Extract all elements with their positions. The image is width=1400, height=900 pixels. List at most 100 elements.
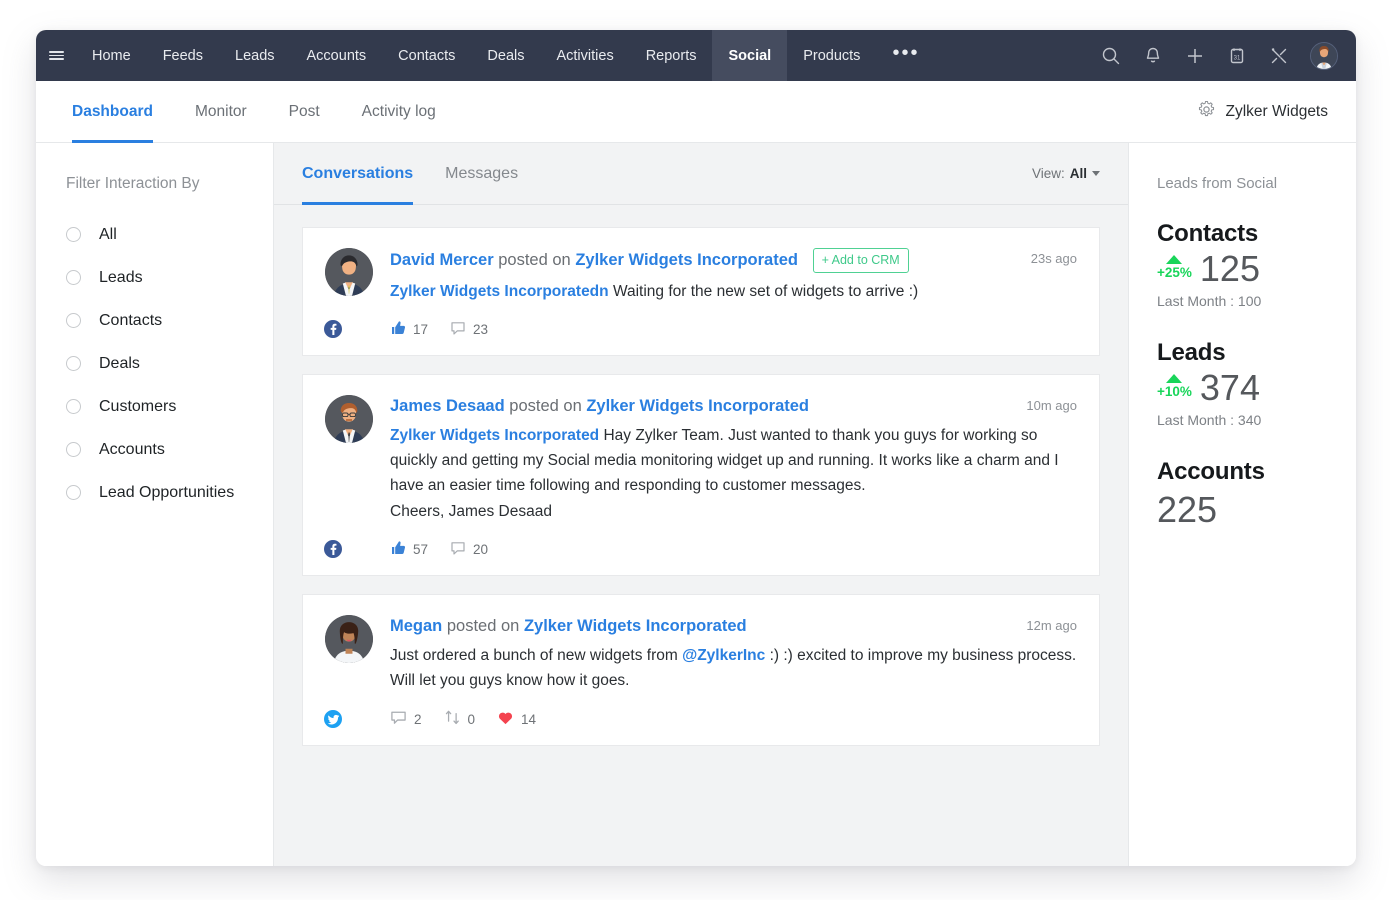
nav-item-more[interactable]: ••• — [876, 30, 935, 81]
top-navigation-bar: Home Feeds Leads Accounts Contacts Deals… — [36, 30, 1356, 81]
tab-activity-log[interactable]: Activity log — [362, 81, 436, 143]
radio-icon[interactable] — [66, 270, 81, 285]
sidebar-item-accounts[interactable]: Accounts — [66, 428, 273, 471]
author-avatar[interactable] — [325, 615, 373, 663]
stat-comments[interactable]: 20 — [450, 540, 488, 559]
filter-sidebar: Filter Interaction By All Leads Contacts… — [36, 143, 274, 866]
metric-last-month: Last Month : 340 — [1157, 412, 1334, 428]
gear-icon — [1197, 100, 1216, 124]
svg-text:31: 31 — [1234, 55, 1241, 61]
search-icon[interactable] — [1100, 45, 1122, 67]
author-avatar[interactable] — [325, 395, 373, 443]
tools-icon[interactable] — [1268, 45, 1290, 67]
tab-dashboard[interactable]: Dashboard — [72, 81, 153, 143]
nav-item-accounts[interactable]: Accounts — [291, 30, 383, 81]
post-posted-on-text: posted on — [447, 617, 519, 635]
comment-icon — [450, 320, 466, 339]
stat-comments[interactable]: 23 — [450, 320, 488, 339]
post-timestamp: 23s ago — [1031, 248, 1077, 266]
avatar-wrapper — [325, 615, 373, 729]
metric-delta: +10% — [1157, 374, 1192, 405]
post-source-label: Zylker Widgets Incorporated — [390, 427, 599, 444]
heart-icon — [497, 709, 514, 729]
stat-value: 17 — [413, 322, 428, 337]
view-filter-dropdown[interactable]: View: All — [1032, 166, 1100, 181]
calendar-icon[interactable]: 31 — [1226, 45, 1248, 67]
trend-up-icon — [1166, 255, 1182, 264]
facebook-badge-icon — [322, 318, 344, 340]
radio-icon[interactable] — [66, 442, 81, 457]
brand-selector[interactable]: Zylker Widgets — [1197, 100, 1329, 124]
thumbs-up-icon — [390, 540, 406, 559]
user-avatar[interactable] — [1310, 42, 1338, 70]
nav-item-feeds[interactable]: Feeds — [147, 30, 219, 81]
avatar-wrapper — [325, 248, 373, 339]
nav-item-home[interactable]: Home — [76, 30, 147, 81]
stat-likes[interactable]: 14 — [497, 709, 536, 729]
sidebar-item-label: All — [99, 226, 117, 244]
module-tab-bar: Dashboard Monitor Post Activity log Zylk… — [36, 81, 1356, 143]
brand-label: Zylker Widgets — [1226, 103, 1329, 121]
tab-conversations[interactable]: Conversations — [302, 143, 413, 205]
post-signature: Cheers, James Desaad — [390, 499, 1077, 524]
add-to-crm-button[interactable]: + Add to CRM — [813, 248, 909, 273]
sidebar-item-contacts[interactable]: Contacts — [66, 299, 273, 342]
nav-item-leads[interactable]: Leads — [219, 30, 291, 81]
nav-item-deals[interactable]: Deals — [471, 30, 540, 81]
stat-retweets[interactable]: 0 — [444, 709, 476, 729]
radio-icon[interactable] — [66, 356, 81, 371]
post-author[interactable]: Megan — [390, 617, 442, 635]
post-header: David Mercer posted on Zylker Widgets In… — [390, 248, 1077, 273]
tab-post[interactable]: Post — [289, 81, 320, 143]
top-nav-icon-group: 31 — [1100, 30, 1356, 81]
tab-monitor[interactable]: Monitor — [195, 81, 247, 143]
stat-value: 0 — [468, 712, 476, 727]
app-window: Home Feeds Leads Accounts Contacts Deals… — [36, 30, 1356, 866]
bell-icon[interactable] — [1142, 45, 1164, 67]
post-page-name[interactable]: Zylker Widgets Incorporated — [586, 397, 809, 415]
stats-sidebar-title: Leads from Social — [1157, 175, 1334, 192]
nav-item-contacts[interactable]: Contacts — [382, 30, 471, 81]
nav-item-products[interactable]: Products — [787, 30, 876, 81]
post-page-name[interactable]: Zylker Widgets Incorporated — [524, 617, 747, 635]
radio-icon[interactable] — [66, 227, 81, 242]
post-page-name[interactable]: Zylker Widgets Incorporated — [575, 251, 798, 269]
stats-sidebar: Leads from Social Contacts +25% 125 Last… — [1128, 143, 1356, 866]
plus-icon[interactable] — [1184, 45, 1206, 67]
sidebar-item-all[interactable]: All — [66, 213, 273, 256]
sidebar-item-customers[interactable]: Customers — [66, 385, 273, 428]
hamburger-menu-icon[interactable] — [36, 30, 76, 81]
sidebar-item-lead-opportunities[interactable]: Lead Opportunities — [66, 471, 273, 514]
tab-messages[interactable]: Messages — [445, 143, 518, 205]
app-page: Home Feeds Leads Accounts Contacts Deals… — [0, 0, 1400, 900]
post-body: David Mercer posted on Zylker Widgets In… — [390, 248, 1077, 339]
stat-value: 57 — [413, 542, 428, 557]
radio-icon[interactable] — [66, 399, 81, 414]
post-message: Waiting for the new set of widgets to ar… — [613, 283, 918, 300]
radio-icon[interactable] — [66, 313, 81, 328]
metric-name: Contacts — [1157, 220, 1334, 248]
author-avatar[interactable] — [325, 248, 373, 296]
nav-item-reports[interactable]: Reports — [630, 30, 713, 81]
post-card: David Mercer posted on Zylker Widgets In… — [302, 227, 1100, 356]
radio-icon[interactable] — [66, 485, 81, 500]
post-card: Megan posted on Zylker Widgets Incorpora… — [302, 594, 1100, 746]
feed-tab-bar: Conversations Messages View: All — [274, 143, 1128, 205]
sidebar-item-label: Deals — [99, 355, 140, 373]
stat-likes[interactable]: 17 — [390, 320, 428, 339]
post-author[interactable]: David Mercer — [390, 251, 494, 269]
metric-last-month: Last Month : 100 — [1157, 293, 1334, 309]
nav-item-activities[interactable]: Activities — [540, 30, 629, 81]
sidebar-item-label: Leads — [99, 269, 143, 287]
post-mention[interactable]: @ZylkerInc — [682, 647, 765, 664]
stat-replies[interactable]: 2 — [390, 709, 422, 729]
metric-value: 374 — [1200, 371, 1260, 405]
post-author[interactable]: James Desaad — [390, 397, 505, 415]
sidebar-item-deals[interactable]: Deals — [66, 342, 273, 385]
nav-item-social[interactable]: Social — [712, 30, 787, 81]
post-stats: 57 20 — [390, 540, 1077, 559]
retweet-icon — [444, 709, 461, 729]
metric-value: 125 — [1200, 252, 1260, 286]
stat-likes[interactable]: 57 — [390, 540, 428, 559]
sidebar-item-leads[interactable]: Leads — [66, 256, 273, 299]
